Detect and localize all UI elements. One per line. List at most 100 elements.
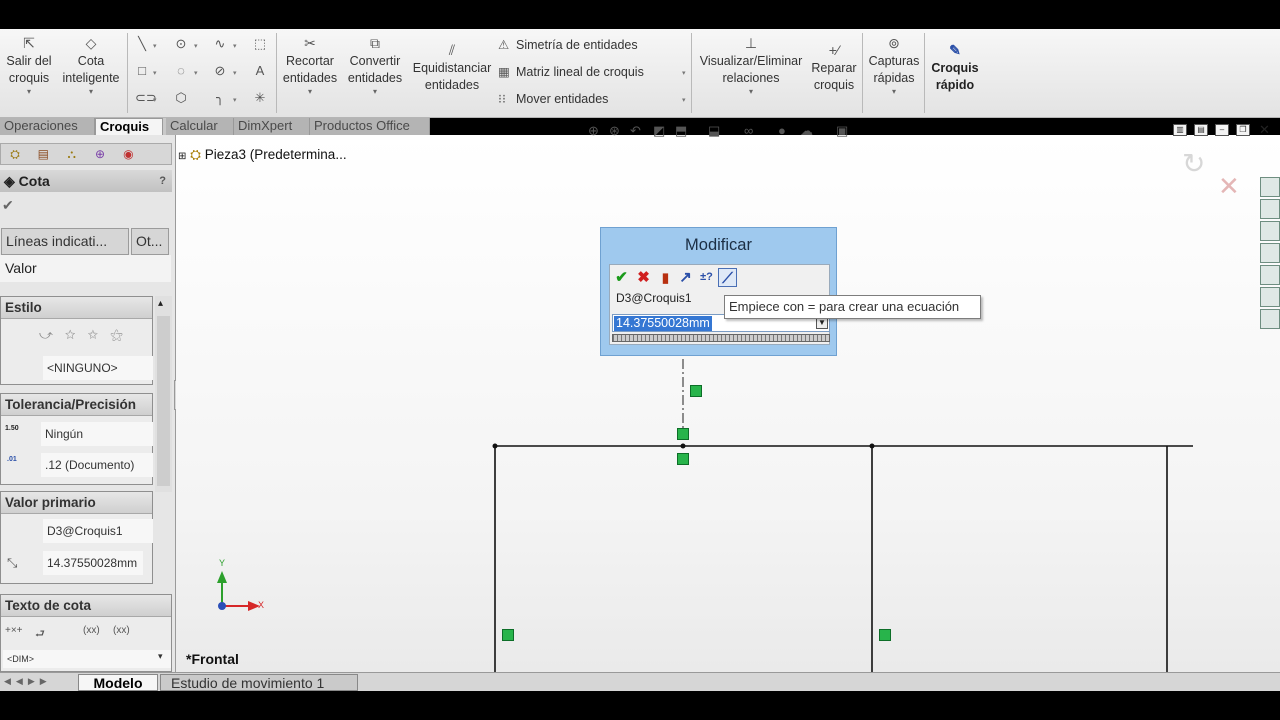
zoom-to-fit-icon[interactable]: ⊕ (588, 123, 599, 139)
line-tool-icon[interactable]: ╲ (135, 37, 149, 51)
view-orientation-icon[interactable]: ⬒ (675, 123, 687, 139)
tab-lineas-indicativas[interactable]: Líneas indicati... (1, 228, 129, 255)
equation-icon[interactable]: ⟋ (718, 268, 737, 287)
text-position-icon[interactable]: +×+ (5, 625, 23, 636)
tab-croquis[interactable]: Croquis (95, 118, 163, 135)
smart-dimension-button[interactable]: ◇ Cota inteligente ▾ (60, 35, 122, 97)
section-view-icon[interactable]: ◩ (653, 123, 665, 139)
feature-tree-icon[interactable]: ⛭ (4, 144, 26, 164)
section-header[interactable]: Tolerancia/Precisión (1, 394, 152, 416)
dimension-value-field[interactable]: 14.37550028mm (43, 551, 143, 575)
arc-tool-icon[interactable]: ◌ (174, 64, 188, 78)
rebuild-icon[interactable]: ▮ (656, 268, 675, 287)
next-tab-icon[interactable]: ▶ (28, 676, 40, 686)
sketch-point[interactable] (492, 443, 498, 449)
vertical-relation-icon[interactable] (690, 385, 702, 397)
first-tab-icon[interactable]: ◀ (4, 676, 16, 686)
linear-pattern-button[interactable]: ▦ Matriz lineal de croquis (498, 64, 644, 79)
section-header[interactable]: Estilo (1, 297, 152, 319)
property-manager-icon[interactable]: ▤ (32, 144, 54, 164)
view-settings-icon[interactable]: ▣ (836, 123, 848, 139)
tab-scroll-arrows[interactable]: ◀◀▶▶ (4, 676, 52, 687)
custom-properties-icon[interactable] (1260, 309, 1280, 329)
cancel-sketch-icon[interactable]: ✕ (1218, 171, 1240, 202)
ellipse-tool-icon[interactable]: ⊘ (213, 64, 227, 78)
zoom-to-area-icon[interactable]: ⊛ (609, 123, 620, 139)
hide-show-items-icon[interactable]: ∞ (744, 123, 753, 138)
ok-check-icon[interactable]: ✔ (2, 197, 14, 214)
add-style-icon[interactable]: ☆ (65, 327, 88, 342)
polygon-tool-icon[interactable]: ⬡ (174, 91, 188, 105)
section-header[interactable]: Valor primario (1, 492, 152, 514)
convert-entities-button[interactable]: ⧉ Convertir entidades ▾ (344, 35, 406, 97)
grid-tool-icon[interactable]: ⬚ (253, 37, 267, 51)
vertical-relation-icon[interactable] (879, 629, 891, 641)
exit-sketch-button[interactable]: ⇱ Salir del croquis ▾ (4, 35, 54, 97)
tile-vertical-icon[interactable]: ▤ (1194, 124, 1208, 136)
quick-snaps-button[interactable]: ⊚ Capturas rápidas ▾ (866, 35, 922, 97)
prev-tab-icon[interactable]: ◀ (16, 676, 28, 686)
repair-sketch-button[interactable]: +⁄ Reparar croquis (808, 42, 860, 94)
mark-for-drawing-icon[interactable]: ±? (697, 268, 716, 287)
move-entities-button[interactable]: ⁝⁝ Mover entidades (498, 91, 608, 106)
scroll-thumb[interactable] (157, 316, 170, 486)
previous-view-icon[interactable]: ↶ (630, 123, 641, 139)
text-align-icon[interactable]: ⮐ (35, 625, 45, 644)
mirror-entities-button[interactable]: ⚠ Simetría de entidades (498, 37, 638, 52)
delete-style-icon[interactable]: ✩ (88, 327, 111, 342)
slot-tool-icon[interactable]: ⊂⊃ (135, 91, 157, 105)
cancel-x-icon[interactable]: ✖ (634, 268, 653, 287)
sketch-point[interactable] (680, 443, 686, 449)
rebuild-icon[interactable]: ↻ (1182, 147, 1205, 180)
tab-otros[interactable]: Ot... (131, 228, 169, 255)
tab-valor[interactable]: Valor (0, 255, 171, 282)
tab-estudio-movimiento[interactable]: Estudio de movimiento 1 (160, 674, 358, 691)
tile-horizontal-icon[interactable]: ▥ (1173, 124, 1187, 136)
display-delete-relations-button[interactable]: ⊥ Visualizar/Eliminar relaciones ▾ (696, 35, 806, 97)
feature-tree-root[interactable]: ⊞ ⛭ Pieza3 (Predetermina... (178, 147, 347, 163)
minimize-icon[interactable]: – (1215, 124, 1229, 136)
configuration-manager-icon[interactable]: ⛬ (61, 144, 83, 164)
tolerance-select[interactable]: Ningún (41, 422, 153, 446)
tab-calcular[interactable]: Calcular (166, 118, 234, 135)
graphics-area[interactable]: Y X ↻ ✕ (176, 135, 1280, 672)
file-explorer-icon[interactable] (1260, 243, 1280, 263)
apply-scene-icon[interactable]: ☁ (800, 123, 813, 139)
value-input-text[interactable]: 14.37550028mm (614, 316, 712, 331)
dimension-text-field[interactable]: <DIM> (3, 650, 171, 668)
tab-modelo[interactable]: Modelo (78, 674, 158, 691)
restore-icon[interactable]: ❐ (1236, 124, 1250, 136)
close-icon[interactable]: ✕ (1259, 122, 1270, 138)
tab-dimxpert[interactable]: DimXpert (234, 118, 310, 135)
sketch-point[interactable] (869, 443, 875, 449)
fillet-tool-icon[interactable]: ╮ (213, 91, 227, 105)
reverse-sense-icon[interactable]: ↗ (676, 268, 695, 287)
offset-entities-button[interactable]: ⫽ Equidistanciar entidades (410, 42, 494, 94)
save-style-icon[interactable]: ⚝ (110, 327, 135, 342)
dimxpert-manager-icon[interactable]: ⊕ (89, 144, 111, 164)
scroll-up-icon[interactable]: ▴ (158, 298, 163, 309)
rapid-sketch-button[interactable]: ✎ Croquis rápido (928, 42, 982, 94)
apply-style-icon[interactable]: ⤻ (39, 327, 65, 342)
appearances-icon[interactable] (1260, 287, 1280, 307)
view-palette-icon[interactable] (1260, 265, 1280, 285)
last-tab-icon[interactable]: ▶ (40, 676, 52, 686)
tab-productos-office[interactable]: Productos Office (310, 118, 430, 135)
style-select[interactable]: <NINGUNO> (43, 356, 153, 380)
expand-icon[interactable]: ⊞ (178, 151, 186, 162)
midpoint-relation-icon[interactable] (677, 428, 689, 440)
solidworks-resources-icon[interactable] (1260, 177, 1280, 197)
horizontal-relation-icon[interactable] (677, 453, 689, 465)
inspection-button[interactable]: (xx) (113, 625, 130, 636)
parentheses-button[interactable]: (xx) (83, 625, 100, 636)
thumbwheel-slider[interactable] (612, 334, 830, 342)
spline-tool-icon[interactable]: ∿ (213, 37, 227, 51)
ok-check-icon[interactable]: ✔ (612, 268, 631, 287)
edit-appearance-icon[interactable]: ● (778, 123, 786, 138)
circle-tool-icon[interactable]: ⊙ (174, 37, 188, 51)
trim-entities-button[interactable]: ✂ Recortar entidades ▾ (280, 35, 340, 97)
display-manager-icon[interactable]: ◉ (117, 144, 139, 164)
section-header[interactable]: Texto de cota (1, 595, 171, 617)
vertical-relation-icon[interactable] (502, 629, 514, 641)
dimension-name-field[interactable]: D3@Croquis1 (43, 519, 153, 543)
